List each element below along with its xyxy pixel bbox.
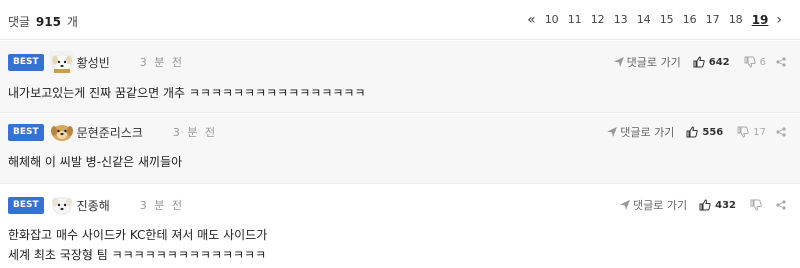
page-link-17[interactable]: 17: [706, 12, 720, 28]
dislike-count: 17: [753, 126, 766, 138]
like-count: 556: [702, 126, 724, 138]
go-to-reply-label: 댓글로 가기: [620, 126, 675, 139]
thumbs-down-icon: [750, 199, 762, 211]
paper-plane-icon: [613, 57, 624, 67]
page-link-12[interactable]: 12: [591, 12, 605, 28]
thumbs-up-icon: [699, 199, 711, 211]
timestamp: 3 분 전: [139, 199, 184, 212]
nickname[interactable]: 진종해: [77, 197, 110, 214]
white-dog-avatar-icon: [49, 194, 74, 216]
comment-actions: 댓글로 가기 432: [620, 193, 786, 217]
brown-dog-avatar-icon: [49, 121, 74, 143]
comment-meta: BEST 문현준리스크 3 분 전 댓글로 가기 556 17: [0, 120, 800, 144]
dislike-button[interactable]: 17: [737, 126, 766, 138]
best-comment: BEST 황성빈 3 분 전 댓글로 가기 642 6 내가보고있는게 진짜 꿈…: [0, 41, 800, 113]
like-button[interactable]: 432: [699, 199, 736, 211]
like-count: 432: [715, 199, 736, 211]
comment-actions: 댓글로 가기 556 17: [607, 120, 786, 144]
next-page-arrow[interactable]: ›: [776, 12, 782, 28]
comment-text: 한화잡고 매수 사이드카 KC한테 져서 매도 사이드가 세계 최초 국장형 팀…: [8, 225, 267, 265]
go-to-reply-link[interactable]: 댓글로 가기: [613, 54, 681, 70]
best-badge: BEST: [8, 53, 44, 71]
white-dog-avatar-icon: [49, 51, 74, 73]
go-to-reply-link[interactable]: 댓글로 가기: [607, 124, 674, 140]
comment-actions: 댓글로 가기 642 6: [613, 50, 786, 74]
like-button[interactable]: 556: [686, 126, 723, 138]
comment-count-value: 915: [35, 15, 61, 29]
page-link-14[interactable]: 14: [637, 12, 651, 28]
page-link-15[interactable]: 15: [660, 12, 674, 28]
nickname[interactable]: 문현준리스크: [77, 124, 143, 141]
comment-text-line: 한화잡고 매수 사이드카 KC한테 져서 매도 사이드가: [8, 228, 268, 242]
pagination: « 10 11 12 13 14 15 16 17 18 19 ›: [519, 12, 782, 28]
best-comment: BEST 문현준리스크 3 분 전 댓글로 가기 556 17 해체해 이 씨발…: [0, 114, 800, 184]
thumbs-up-icon: [693, 56, 705, 68]
comment-text-line: 세계 최초 국장형 팀 ㅋㅋㅋㅋㅋㅋㅋㅋㅋㅋㅋㅋㅋㅋ: [8, 248, 267, 262]
best-badge: BEST: [8, 196, 44, 214]
share-icon[interactable]: [776, 127, 786, 137]
thumbs-up-icon: [686, 126, 699, 138]
page-link-16[interactable]: 16: [683, 12, 697, 28]
like-button[interactable]: 642: [693, 56, 730, 68]
comment-text-line: 해체해 이 씨발 병-신같은 새끼들아: [8, 155, 183, 169]
comment-text: 내가보고있는게 진짜 꿈같으면 개추 ㅋㅋㅋㅋㅋㅋㅋㅋㅋㅋㅋㅋㅋㅋㅋㅋ: [8, 83, 366, 103]
go-to-reply-link[interactable]: 댓글로 가기: [620, 197, 687, 213]
nickname[interactable]: 황성빈: [77, 54, 110, 71]
comment-meta: BEST 황성빈 3 분 전 댓글로 가기 642 6: [0, 50, 800, 74]
page-link-current[interactable]: 19: [752, 12, 769, 28]
comment-count: 댓글 915 개: [8, 13, 78, 30]
timestamp: 3 분 전: [172, 126, 218, 139]
comment-text: 해체해 이 씨발 병-신같은 새끼들아: [8, 152, 182, 172]
timestamp: 3 분 전: [139, 56, 184, 69]
thumbs-down-icon: [744, 56, 756, 68]
share-icon[interactable]: [776, 57, 786, 67]
comment-count-suffix: 개: [66, 15, 78, 29]
comment-meta: BEST 진종해 3 분 전 댓글로 가기 432: [0, 193, 800, 217]
share-icon[interactable]: [776, 200, 786, 210]
dislike-button[interactable]: 6: [744, 56, 766, 68]
paper-plane-icon: [607, 127, 618, 137]
thumbs-down-icon: [737, 126, 749, 138]
page-link-13[interactable]: 13: [614, 12, 628, 28]
dislike-count: 6: [759, 56, 766, 68]
dislike-button[interactable]: [750, 199, 766, 211]
best-comment: BEST 진종해 3 분 전 댓글로 가기 432 한화잡고 매수 사이드카 K…: [0, 185, 800, 268]
page-link-11[interactable]: 11: [568, 12, 582, 28]
page-link-10[interactable]: 10: [545, 12, 559, 28]
best-badge: BEST: [8, 123, 44, 141]
like-count: 642: [708, 56, 730, 68]
first-page-arrow[interactable]: «: [527, 12, 536, 28]
comment-text-line: 내가보고있는게 진짜 꿈같으면 개추 ㅋㅋㅋㅋㅋㅋㅋㅋㅋㅋㅋㅋㅋㅋㅋㅋ: [8, 86, 366, 100]
comment-count-prefix: 댓글: [8, 15, 31, 29]
paper-plane-icon: [620, 200, 631, 210]
page-link-18[interactable]: 18: [729, 12, 743, 28]
comment-header: 댓글 915 개 « 10 11 12 13 14 15 16 17 18 19…: [0, 0, 800, 40]
go-to-reply-label: 댓글로 가기: [626, 56, 681, 69]
go-to-reply-label: 댓글로 가기: [633, 199, 688, 212]
